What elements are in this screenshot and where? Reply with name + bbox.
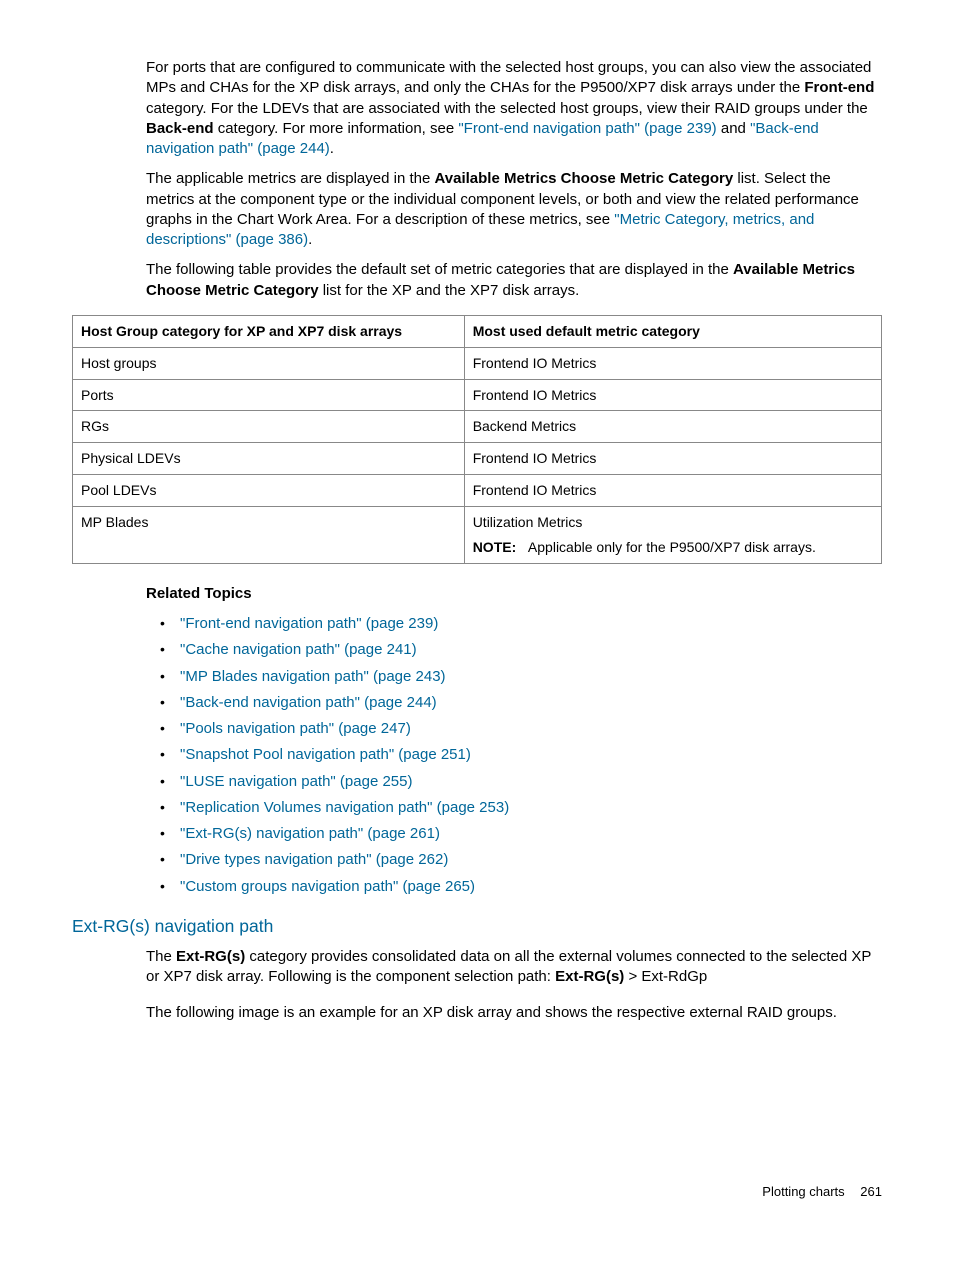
table-header-row: Host Group category for XP and XP7 disk … [73,315,882,347]
link-related[interactable]: "Pools navigation path" (page 247) [180,720,411,737]
link-related[interactable]: "MP Blades navigation path" (page 243) [180,668,446,685]
table-row: Ports Frontend IO Metrics [73,379,882,411]
bold-available-metrics: Available Metrics Choose Metric Category [435,170,734,187]
link-related[interactable]: "Drive types navigation path" (page 262) [180,851,448,868]
paragraph-table-intro: The following table provides the default… [146,260,882,301]
text: . [330,140,334,157]
text: and [717,120,750,137]
list-item: "Cache navigation path" (page 241) [146,640,882,660]
list-item: "Snapshot Pool navigation path" (page 25… [146,745,882,765]
paragraph-ports: For ports that are configured to communi… [146,58,882,159]
paragraph-image-intro: The following image is an example for an… [146,1003,882,1023]
list-item: "Ext-RG(s) navigation path" (page 261) [146,824,882,844]
text: category provides consolidated data on a… [146,948,871,985]
link-related[interactable]: "Ext-RG(s) navigation path" (page 261) [180,825,440,842]
bold-backend: Back-end [146,120,214,137]
link-related[interactable]: "Back-end navigation path" (page 244) [180,694,437,711]
list-item: "Front-end navigation path" (page 239) [146,614,882,634]
text: The applicable metrics are displayed in … [146,170,435,187]
table-cell-note: NOTE: Applicable only for the P9500/XP7 … [473,538,873,557]
footer-label: Plotting charts [762,1184,844,1199]
text: category. For the LDEVs that are associa… [146,100,868,117]
table-cell: Frontend IO Metrics [464,379,881,411]
table-cell: RGs [73,411,465,443]
text: . [308,231,312,248]
list-item: "Drive types navigation path" (page 262) [146,850,882,870]
text: For ports that are configured to communi… [146,59,871,96]
table-row: Host groups Frontend IO Metrics [73,347,882,379]
link-related[interactable]: "Snapshot Pool navigation path" (page 25… [180,746,471,763]
table-cell: Pool LDEVs [73,475,465,507]
table-cell-value: Utilization Metrics [473,513,873,532]
list-item: "Back-end navigation path" (page 244) [146,693,882,713]
page-footer: Plotting charts 261 [72,1183,882,1201]
table-cell: Host groups [73,347,465,379]
text: list for the XP and the XP7 disk arrays. [319,282,580,299]
link-related[interactable]: "Front-end navigation path" (page 239) [180,615,438,632]
related-topics-heading: Related Topics [146,584,882,604]
link-related[interactable]: "LUSE navigation path" (page 255) [180,773,412,790]
table-cell: Frontend IO Metrics [464,347,881,379]
bold-frontend: Front-end [804,79,874,96]
table-row: Physical LDEVs Frontend IO Metrics [73,443,882,475]
table-cell: Physical LDEVs [73,443,465,475]
related-topics-list: "Front-end navigation path" (page 239) "… [146,614,882,897]
table-cell: Utilization Metrics NOTE: Applicable onl… [464,507,881,564]
list-item: "Pools navigation path" (page 247) [146,719,882,739]
list-item: "Replication Volumes navigation path" (p… [146,798,882,818]
text: category. For more information, see [214,120,459,137]
table-cell: Ports [73,379,465,411]
bold-ext-rg: Ext-RG(s) [176,948,245,965]
list-item: "Custom groups navigation path" (page 26… [146,877,882,897]
list-item: "MP Blades navigation path" (page 243) [146,667,882,687]
metrics-table: Host Group category for XP and XP7 disk … [72,315,882,564]
note-text: Applicable only for the P9500/XP7 disk a… [528,539,816,555]
table-header: Most used default metric category [464,315,881,347]
link-related[interactable]: "Replication Volumes navigation path" (p… [180,799,509,816]
section-heading-ext-rg: Ext-RG(s) navigation path [72,915,882,939]
table-cell: Backend Metrics [464,411,881,443]
paragraph-metrics: The applicable metrics are displayed in … [146,169,882,250]
table-cell: MP Blades [73,507,465,564]
note-label: NOTE: [473,539,517,555]
paragraph-ext-rg: The Ext-RG(s) category provides consolid… [146,947,882,988]
bold-ext-rg: Ext-RG(s) [555,968,624,985]
table-cell: Frontend IO Metrics [464,475,881,507]
text: The following table provides the default… [146,261,733,278]
table-cell: Frontend IO Metrics [464,443,881,475]
text: The [146,948,176,965]
link-related[interactable]: "Custom groups navigation path" (page 26… [180,878,475,895]
footer-page-number: 261 [860,1184,882,1199]
link-related[interactable]: "Cache navigation path" (page 241) [180,641,417,658]
text: > Ext-RdGp [624,968,707,985]
list-item: "LUSE navigation path" (page 255) [146,772,882,792]
table-row: RGs Backend Metrics [73,411,882,443]
link-frontend-nav[interactable]: "Front-end navigation path" (page 239) [458,120,716,137]
table-row: Pool LDEVs Frontend IO Metrics [73,475,882,507]
table-row: MP Blades Utilization Metrics NOTE: Appl… [73,507,882,564]
table-header: Host Group category for XP and XP7 disk … [73,315,465,347]
